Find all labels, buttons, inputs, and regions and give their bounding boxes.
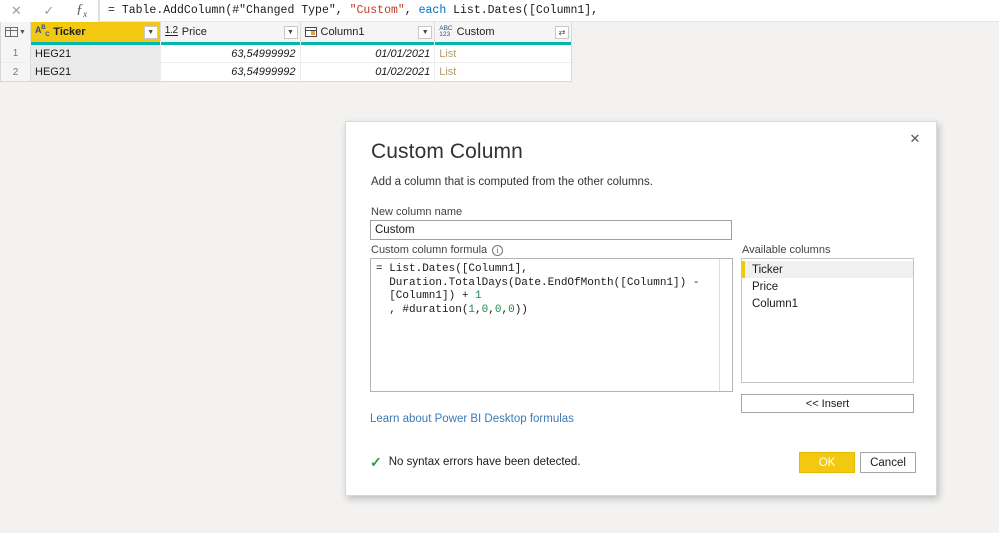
column-header-label: Price xyxy=(181,26,207,38)
table-icon xyxy=(5,27,19,37)
formula-sep: , xyxy=(488,303,495,316)
custom-column-formula-label: Custom column formula i xyxy=(371,244,504,256)
insert-button[interactable]: << Insert xyxy=(741,394,914,413)
cell-column1[interactable]: 01/02/2021 xyxy=(301,63,436,81)
formula-token: , xyxy=(335,4,350,17)
formula-scrollbar[interactable] xyxy=(719,259,732,391)
formula-sep: , xyxy=(475,303,482,316)
dialog-subtitle: Add a column that is computed from the o… xyxy=(371,176,653,188)
any-type-icon: ABC 123 xyxy=(439,25,453,38)
formula-token: = xyxy=(108,4,122,17)
column-header-label: Column1 xyxy=(320,26,365,38)
formula-bar-icon-group: ✕ ✓ ƒx xyxy=(0,0,99,22)
formula-bar: ✕ ✓ ƒx = Table.AddColumn(# "Changed Type"… xyxy=(0,0,999,22)
grid-header-row: ▼ ABC Ticker ▼ 1.2 Price ▼ Column1 ▼ ABC… xyxy=(1,22,571,42)
syntax-status: ✓ No syntax errors have been detected. xyxy=(370,455,581,469)
list-item[interactable]: Ticker xyxy=(742,261,913,278)
formula-token: , xyxy=(404,4,419,17)
ok-button[interactable]: OK xyxy=(799,452,855,473)
custom-column-dialog: ✕ Custom Column Add a column that is com… xyxy=(345,121,937,496)
formula-line: [Column1]) + xyxy=(376,290,476,302)
cell-price[interactable]: 63,54999992 xyxy=(161,45,301,62)
cell-ticker[interactable]: HEG21 xyxy=(31,63,161,81)
decimal-number-icon: 1.2 xyxy=(164,25,178,37)
column-filter-dropdown-column1[interactable]: ▼ xyxy=(418,25,433,39)
checkmark-icon[interactable]: ✓ xyxy=(43,4,54,17)
column-header-ticker[interactable]: ABC Ticker ▼ xyxy=(31,22,161,42)
abc-text-icon: ABC xyxy=(35,25,50,39)
data-preview-grid: ▼ ABC Ticker ▼ 1.2 Price ▼ Column1 ▼ ABC… xyxy=(0,22,572,82)
formula-line: = List.Dates([Column1], xyxy=(376,263,528,275)
table-row[interactable]: 1 HEG21 63,54999992 01/01/2021 List xyxy=(1,45,571,63)
formula-token: List.Dates([Column1], xyxy=(446,4,599,17)
chevron-down-icon: ▼ xyxy=(19,28,26,36)
date-icon xyxy=(304,27,317,37)
formula-close: )) xyxy=(514,303,528,316)
checkmark-icon: ✓ xyxy=(370,454,382,470)
formula-label-text: Custom column formula xyxy=(371,244,488,256)
cell-ticker[interactable]: HEG21 xyxy=(31,45,161,62)
page-title: Custom Column xyxy=(371,140,523,163)
formula-line: Duration.TotalDays(Date.EndOfMonth([Colu… xyxy=(376,276,700,289)
cell-custom[interactable]: List xyxy=(435,63,571,81)
formula-token: Table.AddColumn(# xyxy=(121,4,240,17)
available-columns-list[interactable]: Ticker Price Column1 xyxy=(741,258,914,383)
cancel-button[interactable]: Cancel xyxy=(860,452,916,473)
fx-icon[interactable]: ƒx xyxy=(76,2,87,19)
formula-line: , #duration( xyxy=(376,303,469,316)
row-number: 1 xyxy=(1,45,31,62)
list-item[interactable]: Column1 xyxy=(742,295,913,312)
column-header-custom[interactable]: ABC 123 Custom ⇄ xyxy=(435,22,571,42)
info-icon[interactable]: i xyxy=(492,244,504,256)
cell-price[interactable]: 63,54999992 xyxy=(161,63,301,81)
custom-column-formula-editor[interactable]: = List.Dates([Column1], Duration.TotalDa… xyxy=(370,258,733,392)
cell-column1[interactable]: 01/01/2021 xyxy=(301,45,436,62)
column-filter-dropdown-price[interactable]: ▼ xyxy=(283,25,298,39)
available-columns-label: Available columns xyxy=(742,244,831,256)
formula-token: "Custom" xyxy=(349,4,405,17)
expand-column-icon-custom[interactable]: ⇄ xyxy=(555,25,569,39)
list-item[interactable]: Price xyxy=(742,278,913,295)
cell-custom[interactable]: List xyxy=(435,45,571,62)
formula-number: 0 xyxy=(508,303,515,316)
row-number: 2 xyxy=(1,63,31,81)
formula-code-area[interactable]: = List.Dates([Column1], Duration.TotalDa… xyxy=(371,259,719,391)
new-column-name-label: New column name xyxy=(371,206,463,218)
new-column-name-input[interactable] xyxy=(370,220,732,240)
column-header-label: Custom xyxy=(456,26,495,38)
formula-bar-input[interactable]: = Table.AddColumn(# "Changed Type", "Cust… xyxy=(99,0,999,22)
status-text: No syntax errors have been detected. xyxy=(388,456,581,468)
table-row[interactable]: 2 HEG21 63,54999992 01/02/2021 List xyxy=(1,63,571,81)
grid-select-all-button[interactable]: ▼ xyxy=(1,22,31,42)
column-header-label: Ticker xyxy=(53,26,86,38)
learn-formulas-link[interactable]: Learn about Power BI Desktop formulas xyxy=(370,413,574,425)
column-header-price[interactable]: 1.2 Price ▼ xyxy=(161,22,301,42)
formula-number: 1 xyxy=(475,290,482,302)
close-icon[interactable]: ✕ xyxy=(902,128,928,150)
close-icon[interactable]: ✕ xyxy=(11,4,22,17)
column-filter-dropdown-ticker[interactable]: ▼ xyxy=(143,25,158,39)
formula-token: "Changed Type" xyxy=(239,4,336,17)
column-header-column1[interactable]: Column1 ▼ xyxy=(301,22,436,42)
formula-token: each xyxy=(418,4,447,17)
